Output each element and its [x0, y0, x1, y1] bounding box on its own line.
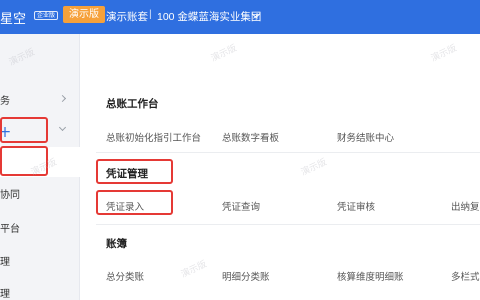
- link-ledger-init[interactable]: 总账初始化指引工作台: [106, 130, 201, 144]
- link-detail-ledger[interactable]: 明细分类账: [222, 269, 270, 283]
- link-general-ledger[interactable]: 总分类账: [106, 269, 144, 283]
- link-voucher-audit[interactable]: 凭证审核: [337, 199, 375, 213]
- section-title: 账簿: [106, 238, 127, 250]
- watermark: 演示版: [299, 156, 329, 178]
- link-multicolumn-ledger[interactable]: 多栏式明细: [451, 269, 480, 283]
- link-closing-center[interactable]: 财务结账中心: [337, 130, 394, 144]
- link-cashier-review[interactable]: 出纳复核: [451, 199, 480, 213]
- chevron-down-icon: [58, 123, 67, 132]
- link-digital-dashboard[interactable]: 总账数字看板: [222, 130, 279, 144]
- highlight-box: [96, 159, 173, 184]
- sidebar-item-label: 理: [0, 289, 10, 300]
- highlight-box: [96, 190, 173, 215]
- highlight-box: [0, 117, 48, 143]
- sidebar-item-label: 协同: [0, 190, 20, 201]
- header-separator: |: [149, 8, 152, 20]
- edition-tag: 企业版: [34, 11, 59, 20]
- watermark: 演示版: [209, 42, 239, 64]
- divider: [96, 152, 480, 153]
- company-selector[interactable]: 100 金蝶蓝海实业集团: [157, 9, 261, 24]
- sidebar-item-label: 平台: [0, 224, 20, 235]
- top-header-bar: 星空 企业版 演示版 演示账套 | 100 金蝶蓝海实业集团: [0, 0, 480, 34]
- watermark: 演示版: [429, 42, 459, 64]
- highlight-box: [0, 146, 48, 176]
- demo-badge: 演示版: [63, 6, 105, 23]
- link-voucher-query[interactable]: 凭证查询: [222, 199, 260, 213]
- section-title: 总账工作台: [106, 98, 159, 110]
- chevron-right-icon: [58, 94, 67, 103]
- link-dimension-ledger[interactable]: 核算维度明细账: [337, 269, 404, 283]
- account-selector[interactable]: 演示账套: [106, 9, 148, 24]
- divider: [96, 224, 480, 225]
- sidebar-item-label: 理: [0, 257, 10, 268]
- sidebar-item-label: 务: [0, 96, 10, 107]
- app-brand: 星空: [0, 11, 27, 26]
- watermark: 演示版: [179, 258, 209, 280]
